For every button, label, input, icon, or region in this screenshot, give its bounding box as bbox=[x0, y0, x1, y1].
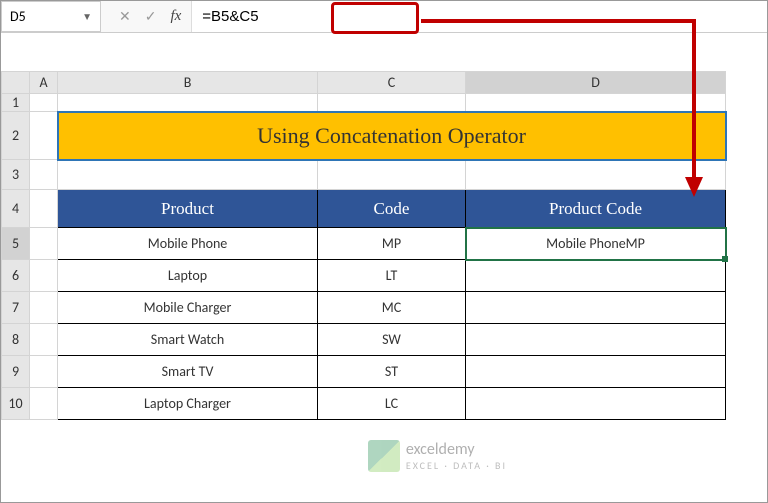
row-header-5[interactable]: 5 bbox=[2, 228, 30, 260]
ribbon-spacer bbox=[1, 33, 767, 71]
cell-D8[interactable] bbox=[466, 324, 726, 356]
cell-D6[interactable] bbox=[466, 260, 726, 292]
cell-C5[interactable]: MP bbox=[318, 228, 466, 260]
name-box-value: D5 bbox=[10, 8, 26, 25]
col-header-B[interactable]: B bbox=[58, 72, 318, 94]
row-header-4[interactable]: 4 bbox=[2, 190, 30, 228]
cell-C1[interactable] bbox=[318, 94, 466, 112]
cell-A8[interactable] bbox=[30, 324, 58, 356]
cell-B5[interactable]: Mobile Phone bbox=[58, 228, 318, 260]
row-header-10[interactable]: 10 bbox=[2, 388, 30, 420]
cell-C9[interactable]: ST bbox=[318, 356, 466, 388]
cell-D7[interactable] bbox=[466, 292, 726, 324]
cell-C8[interactable]: SW bbox=[318, 324, 466, 356]
cell-D10[interactable] bbox=[466, 388, 726, 420]
worksheet[interactable]: A B C D 1 2 Using Concatenation Operator… bbox=[1, 71, 727, 420]
cell-D5[interactable]: Mobile PhoneMP bbox=[466, 228, 726, 260]
cell-C7[interactable]: MC bbox=[318, 292, 466, 324]
formula-input[interactable] bbox=[191, 1, 767, 32]
fx-icon[interactable]: fx bbox=[170, 8, 181, 25]
cell-B10[interactable]: Laptop Charger bbox=[58, 388, 318, 420]
cell-A9[interactable] bbox=[30, 356, 58, 388]
row-header-3[interactable]: 3 bbox=[2, 160, 30, 190]
select-all-cell[interactable] bbox=[2, 72, 30, 94]
col-header-D[interactable]: D bbox=[466, 72, 726, 94]
header-code[interactable]: Code bbox=[318, 190, 466, 228]
cell-D1[interactable] bbox=[466, 94, 726, 112]
cell-A2[interactable] bbox=[30, 112, 58, 160]
cell-D9[interactable] bbox=[466, 356, 726, 388]
sheet-container: A B C D 1 2 Using Concatenation Operator… bbox=[1, 71, 767, 420]
cell-B7[interactable]: Mobile Charger bbox=[58, 292, 318, 324]
watermark: exceldemy EXCEL · DATA · BI bbox=[368, 440, 507, 472]
cell-B6[interactable]: Laptop bbox=[58, 260, 318, 292]
cell-B9[interactable]: Smart TV bbox=[58, 356, 318, 388]
col-header-A[interactable]: A bbox=[30, 72, 58, 94]
row-header-1[interactable]: 1 bbox=[2, 94, 30, 112]
row-header-9[interactable]: 9 bbox=[2, 356, 30, 388]
col-header-C[interactable]: C bbox=[318, 72, 466, 94]
cancel-icon[interactable]: ✕ bbox=[119, 8, 131, 25]
name-box-dropdown-icon[interactable]: ▼ bbox=[82, 10, 92, 23]
watermark-subtitle: EXCEL · DATA · BI bbox=[406, 459, 507, 472]
cell-D3[interactable] bbox=[466, 160, 726, 190]
cell-B8[interactable]: Smart Watch bbox=[58, 324, 318, 356]
cell-A10[interactable] bbox=[30, 388, 58, 420]
cell-C6[interactable]: LT bbox=[318, 260, 466, 292]
row-header-7[interactable]: 7 bbox=[2, 292, 30, 324]
formula-bar-buttons: ✕ ✓ fx bbox=[109, 8, 191, 25]
cell-A5[interactable] bbox=[30, 228, 58, 260]
cell-C3[interactable] bbox=[318, 160, 466, 190]
cell-B1[interactable] bbox=[58, 94, 318, 112]
header-product[interactable]: Product bbox=[58, 190, 318, 228]
header-product-code[interactable]: Product Code bbox=[466, 190, 726, 228]
cell-A7[interactable] bbox=[30, 292, 58, 324]
watermark-title: exceldemy bbox=[406, 440, 507, 459]
watermark-icon bbox=[368, 440, 400, 472]
row-header-2[interactable]: 2 bbox=[2, 112, 30, 160]
row-header-8[interactable]: 8 bbox=[2, 324, 30, 356]
cell-C10[interactable]: LC bbox=[318, 388, 466, 420]
name-box[interactable]: D5 ▼ bbox=[1, 1, 101, 32]
formula-bar: D5 ▼ ✕ ✓ fx bbox=[1, 1, 767, 33]
row-header-6[interactable]: 6 bbox=[2, 260, 30, 292]
cell-A6[interactable] bbox=[30, 260, 58, 292]
cell-A1[interactable] bbox=[30, 94, 58, 112]
cell-A3[interactable] bbox=[30, 160, 58, 190]
title-cell[interactable]: Using Concatenation Operator bbox=[58, 112, 726, 160]
cell-A4[interactable] bbox=[30, 190, 58, 228]
enter-icon[interactable]: ✓ bbox=[145, 8, 157, 25]
cell-B3[interactable] bbox=[58, 160, 318, 190]
